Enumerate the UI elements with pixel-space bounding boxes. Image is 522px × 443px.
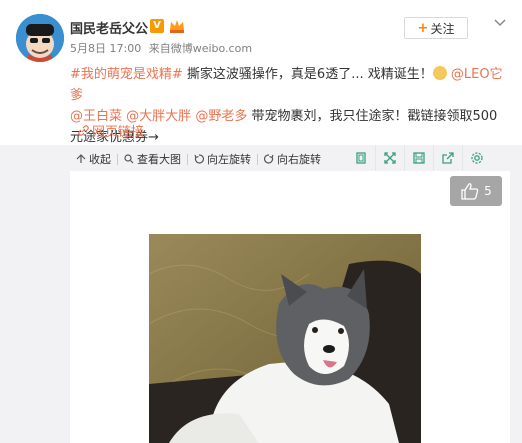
post-timestamp[interactable]: 5月8日 17:00 [70,42,141,55]
weibo-post-card: 国民老岳父公 V 5月8日 17:00 来自微博weibo.com + 关注 #… [0,0,522,443]
link-icon [78,125,89,136]
mention-yelaoduo[interactable]: @野老多 [195,109,247,124]
like-count: 5 [484,184,492,198]
rotate-left-icon [194,154,204,164]
post-meta: 5月8日 17:00 来自微博weibo.com [70,40,252,56]
view-large-button[interactable]: 查看大图 [118,151,187,167]
collapse-button[interactable]: 收起 [70,151,117,167]
view-large-label: 查看大图 [137,153,181,166]
post-source[interactable]: 微博weibo.com [171,42,252,55]
plus-icon: + [417,20,429,36]
username[interactable]: 国民老岳父公 [70,18,148,37]
thumbs-up-icon [461,183,479,200]
avatar[interactable] [16,14,64,62]
rotate-right-button[interactable]: 向右旋转 [258,151,327,167]
crop-icon[interactable] [346,145,375,171]
chevron-down-icon[interactable] [493,14,507,27]
verified-badge-icon: V [150,19,164,33]
like-button[interactable]: 5 [450,176,502,206]
share-icon[interactable] [433,145,462,171]
search-icon [124,154,134,164]
web-link[interactable]: 网页链接 [78,121,144,140]
image-toolbar: 收起 查看大图 向左旋转 向右旋转 [70,148,327,170]
rotate-left-button[interactable]: 向左旋转 [188,151,257,167]
save-icon[interactable] [404,145,433,171]
rotate-right-icon [264,154,274,164]
vip-crown-icon [168,18,186,34]
follow-button[interactable]: + 关注 [404,17,468,39]
follow-label: 关注 [430,21,455,36]
emoji-icon [432,66,447,80]
fullscreen-icon[interactable] [375,145,404,171]
hashtag-link[interactable]: #我的萌宠是戏精# [70,67,183,82]
post-text-part1: 撕家这波骚操作，真是6透了... 戏精诞生！ [182,67,433,82]
source-prefix: 来自 [148,42,171,55]
settings-icon[interactable] [462,145,491,171]
rotate-right-label: 向右旋转 [277,153,321,166]
web-link-label: 网页链接 [92,125,145,140]
collapse-label: 收起 [89,153,111,166]
rotate-left-label: 向左旋转 [207,153,251,166]
collapse-icon [76,154,86,163]
dog-photo[interactable] [149,234,421,443]
image-action-icons [346,145,491,171]
